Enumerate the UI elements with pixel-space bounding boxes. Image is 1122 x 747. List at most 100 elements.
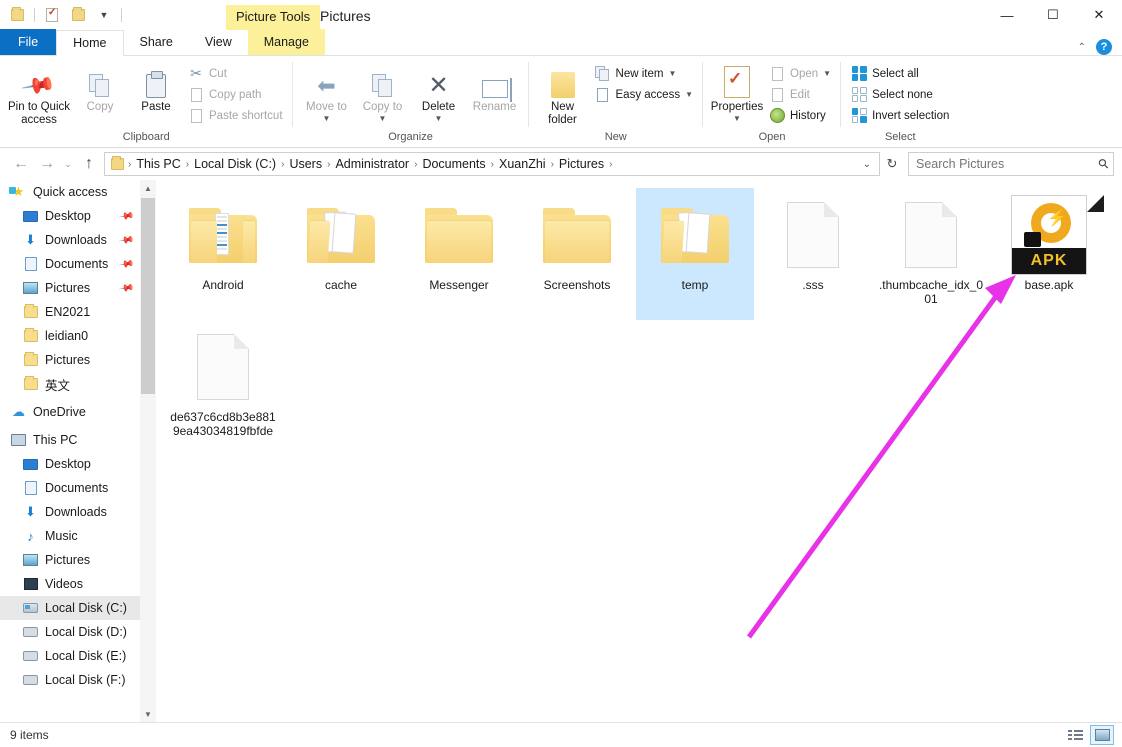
minimize-button[interactable]: —: [984, 0, 1030, 30]
breadcrumb-item-pictures[interactable]: Pictures: [555, 157, 608, 171]
select-none-button[interactable]: Select none: [847, 84, 953, 105]
breadcrumb-item-documents[interactable]: Documents: [418, 157, 489, 171]
scrollbar-thumb[interactable]: [141, 198, 155, 394]
tab-file[interactable]: File: [0, 29, 56, 55]
breadcrumb-item-users[interactable]: Users: [285, 157, 326, 171]
back-button[interactable]: ←: [8, 151, 34, 177]
delete-button[interactable]: ✕ Delete ▼: [411, 61, 467, 126]
file-item-thumbcache[interactable]: .thumbcache_idx_001: [872, 188, 990, 320]
pin-icon[interactable]: 📌: [118, 256, 135, 272]
breadcrumb-item-this-pc[interactable]: This PC: [132, 157, 184, 171]
sidebar-item-quick-access[interactable]: ★Quick access: [0, 180, 140, 204]
file-item-temp[interactable]: temp: [636, 188, 754, 320]
navigation-pane-scrollbar[interactable]: ▲ ▼: [140, 180, 156, 722]
paste-button[interactable]: Paste: [128, 61, 184, 117]
file-item-messenger[interactable]: Messenger: [400, 188, 518, 320]
sidebar-item-local-disk-d[interactable]: Local Disk (D:): [0, 620, 140, 644]
sidebar-item-onedrive[interactable]: ☁OneDrive: [0, 400, 140, 424]
sidebar-item-local-disk-f[interactable]: Local Disk (F:): [0, 668, 140, 692]
sidebar-item-pc-downloads[interactable]: ⬇Downloads: [0, 500, 140, 524]
tab-share[interactable]: Share: [124, 29, 189, 55]
search-box[interactable]: ⚲: [908, 152, 1114, 176]
file-item-base-apk[interactable]: ⚡ APK base.apk: [990, 188, 1108, 320]
cut-button[interactable]: ✂ Cut: [184, 63, 287, 84]
collapse-ribbon-chevron-up-icon[interactable]: ⌃: [1078, 42, 1086, 53]
sidebar-item-pc-documents[interactable]: Documents: [0, 476, 140, 500]
delete-chevron-down-icon[interactable]: ▼: [435, 114, 443, 123]
sidebar-item-leidian0[interactable]: leidian0: [0, 324, 140, 348]
qat-properties-icon[interactable]: [41, 4, 63, 26]
paste-shortcut-button[interactable]: Paste shortcut: [184, 105, 287, 126]
sidebar-item-pc-desktop[interactable]: Desktop: [0, 452, 140, 476]
scroll-down-arrow-icon[interactable]: ▼: [140, 706, 156, 722]
sidebar-item-pictures-2[interactable]: Pictures: [0, 348, 140, 372]
file-list-view[interactable]: Android cache Messenger Screenshots: [156, 180, 1122, 722]
sidebar-item-chinese-folder[interactable]: 英文: [0, 372, 140, 396]
select-all-button[interactable]: Select all: [847, 63, 953, 84]
contextual-tab-picture-tools[interactable]: Picture Tools: [226, 5, 320, 30]
qat-new-folder-icon[interactable]: [67, 4, 89, 26]
qat-customize-chevron-down-icon[interactable]: ▼: [93, 4, 115, 26]
properties-chevron-down-icon[interactable]: ▼: [733, 114, 741, 123]
open-button[interactable]: Open ▼: [765, 63, 835, 84]
breadcrumb[interactable]: › This PC › Local Disk (C:) › Users › Ad…: [104, 152, 880, 176]
file-item-sss[interactable]: .sss: [754, 188, 872, 320]
file-item-de637c6cd8b3e8819ea43034819fbfde[interactable]: de637c6cd8b3e8819ea43034819fbfde: [164, 320, 282, 452]
recent-locations-chevron-down-icon[interactable]: ⌄: [60, 151, 76, 177]
sidebar-item-documents[interactable]: Documents📌: [0, 252, 140, 276]
move-to-chevron-down-icon[interactable]: ▼: [323, 114, 331, 123]
file-item-android[interactable]: Android: [164, 188, 282, 320]
sidebar-item-pc-pictures[interactable]: Pictures: [0, 548, 140, 572]
invert-selection-button[interactable]: Invert selection: [847, 105, 953, 126]
easy-access-chevron-down-icon[interactable]: ▼: [685, 90, 693, 99]
edit-button[interactable]: Edit: [765, 84, 835, 105]
new-item-chevron-down-icon[interactable]: ▼: [668, 69, 676, 78]
copy-button[interactable]: Copy: [72, 61, 128, 117]
address-bar: ← → ⌄ ↑ › This PC › Local Disk (C:) › Us…: [0, 148, 1122, 180]
pin-icon[interactable]: 📌: [118, 208, 135, 224]
sidebar-item-downloads[interactable]: ⬇Downloads📌: [0, 228, 140, 252]
sidebar-item-local-disk-c[interactable]: Local Disk (C:): [0, 596, 140, 620]
new-item-button[interactable]: New item ▼: [591, 63, 697, 84]
scroll-up-arrow-icon[interactable]: ▲: [140, 180, 156, 196]
copy-to-chevron-down-icon[interactable]: ▼: [379, 114, 387, 123]
breadcrumb-item-xuanzhi[interactable]: XuanZhi: [495, 157, 550, 171]
forward-button[interactable]: →: [34, 151, 60, 177]
sidebar-item-pc-videos[interactable]: Videos: [0, 572, 140, 596]
sidebar-item-desktop[interactable]: Desktop📌: [0, 204, 140, 228]
up-button[interactable]: ↑: [76, 151, 102, 177]
breadcrumb-item-local-disk-c[interactable]: Local Disk (C:): [190, 157, 280, 171]
qat-folder-icon[interactable]: [6, 4, 28, 26]
search-input[interactable]: [916, 157, 1099, 171]
tab-home[interactable]: Home: [56, 30, 123, 56]
history-button[interactable]: History: [765, 105, 835, 126]
maximize-button[interactable]: ☐: [1030, 0, 1076, 30]
sidebar-item-en2021[interactable]: EN2021: [0, 300, 140, 324]
file-item-cache[interactable]: cache: [282, 188, 400, 320]
open-chevron-down-icon[interactable]: ▼: [823, 69, 831, 78]
rename-button[interactable]: Rename: [467, 61, 523, 117]
move-to-button[interactable]: ⬅ Move to ▼: [299, 61, 355, 126]
breadcrumb-item-administrator[interactable]: Administrator: [331, 157, 413, 171]
easy-access-button[interactable]: Easy access ▼: [591, 84, 697, 105]
close-button[interactable]: ✕: [1076, 0, 1122, 30]
sidebar-item-pictures[interactable]: Pictures📌: [0, 276, 140, 300]
properties-button[interactable]: Properties ▼: [709, 61, 765, 126]
refresh-button[interactable]: ↻: [880, 152, 904, 176]
pin-icon[interactable]: 📌: [118, 232, 135, 248]
sidebar-item-pc-music[interactable]: ♪Music: [0, 524, 140, 548]
sidebar-item-local-disk-e[interactable]: Local Disk (E:): [0, 644, 140, 668]
copy-to-button[interactable]: Copy to ▼: [355, 61, 411, 126]
help-icon[interactable]: ?: [1096, 39, 1112, 55]
large-icons-view-button[interactable]: [1090, 725, 1114, 745]
new-folder-button[interactable]: New folder: [535, 61, 591, 130]
pin-icon[interactable]: 📌: [118, 280, 135, 296]
copy-path-button[interactable]: Copy path: [184, 84, 287, 105]
address-history-chevron-down-icon[interactable]: ⌄: [857, 159, 877, 170]
tab-view[interactable]: View: [189, 29, 248, 55]
sidebar-item-this-pc[interactable]: This PC: [0, 428, 140, 452]
pin-to-quick-access-button[interactable]: 📌 Pin to Quick access: [6, 61, 72, 130]
details-view-button[interactable]: [1063, 725, 1087, 745]
tab-manage[interactable]: Manage: [248, 29, 325, 55]
file-item-screenshots[interactable]: Screenshots: [518, 188, 636, 320]
